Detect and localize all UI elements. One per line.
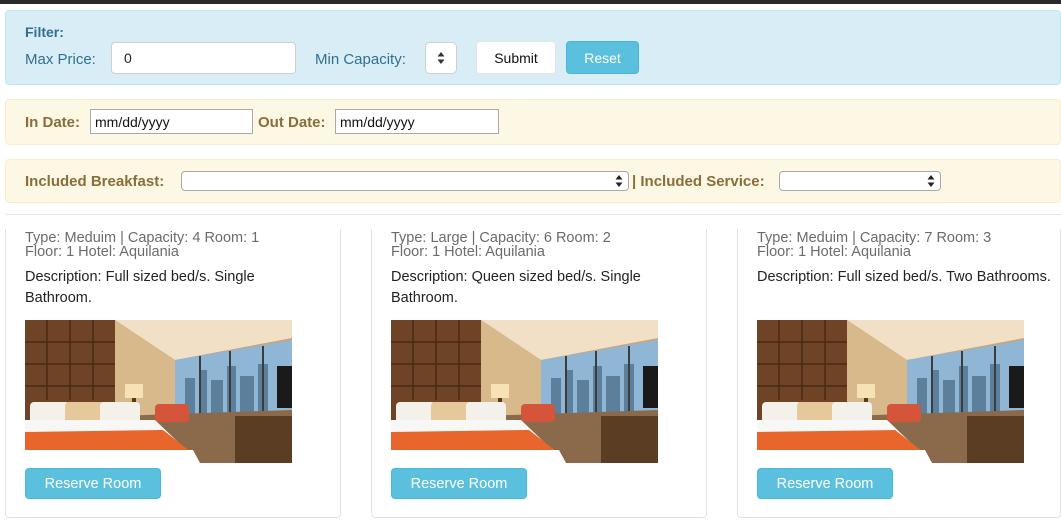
room-photo [25,320,292,463]
max-price-label: Max Price: [25,51,96,68]
included-breakfast-select[interactable] [181,171,629,191]
room-card: Type: Meduim | Capacity: 7 Room: 3 Floor… [737,229,1061,518]
reserve-room-button[interactable]: Reserve Room [757,468,893,499]
select-arrows-icon [615,175,623,187]
room-type-line: Type: Meduim | Capacity: 7 Room: 3 [757,230,992,246]
room-type-info: Type: Meduim | Capacity: 4 Room: 1 Floor… [25,230,345,260]
filter-panel: Filter: Max Price: 0 Min Capacity: Submi… [5,10,1061,85]
min-capacity-stepper[interactable] [425,42,457,74]
reserve-room-button[interactable]: Reserve Room [25,468,161,499]
options-panel: Included Breakfast: | Included Service: [5,159,1061,203]
room-card: Type: Large | Capacity: 6 Room: 2 Floor:… [371,229,707,518]
room-location-line: Floor: 1 Hotel: Aquilania [391,244,545,260]
room-location-line: Floor: 1 Hotel: Aquilania [25,244,179,260]
in-date-input[interactable]: mm/dd/yyyy [90,109,253,134]
included-breakfast-label: Included Breakfast: [25,173,165,190]
dates-panel: In Date: mm/dd/yyyy Out Date: mm/dd/yyyy [5,99,1061,145]
select-arrows-icon [927,175,935,187]
room-type-info: Type: Meduim | Capacity: 7 Room: 3 Floor… [757,230,1061,260]
room-card: Type: Meduim | Capacity: 4 Room: 1 Floor… [5,229,341,518]
submit-button[interactable]: Submit [476,41,556,74]
room-photo [757,320,1024,463]
included-service-label: | Included Service: [632,173,765,190]
included-service-select[interactable] [779,171,941,191]
room-description: Description: Queen sized bed/s. Single B… [391,269,641,306]
divider [5,214,1061,215]
reset-button[interactable]: Reset [566,41,639,74]
reserve-room-button[interactable]: Reserve Room [391,468,527,499]
room-type-line: Type: Meduim | Capacity: 4 Room: 1 [25,230,260,246]
min-capacity-label: Min Capacity: [315,51,406,68]
hotel-room-photo-icon [391,320,658,463]
hotel-room-photo-icon [25,320,292,463]
out-date-input[interactable]: mm/dd/yyyy [335,109,499,134]
room-type-line: Type: Large | Capacity: 6 Room: 2 [391,230,611,246]
room-location-line: Floor: 1 Hotel: Aquilania [757,244,911,260]
room-type-info: Type: Large | Capacity: 6 Room: 2 Floor:… [391,230,711,260]
room-description: Description: Full sized bed/s. Single Ba… [25,269,255,306]
out-date-label: Out Date: [258,114,326,131]
max-price-input[interactable]: 0 [111,42,296,74]
room-description: Description: Full sized bed/s. Two Bathr… [757,269,1051,285]
top-bar [0,0,1061,4]
up-down-stepper-icon [437,52,445,64]
room-photo [391,320,658,463]
in-date-label: In Date: [25,114,81,131]
hotel-room-photo-icon [757,320,1024,463]
filter-title: Filter: [25,24,64,40]
